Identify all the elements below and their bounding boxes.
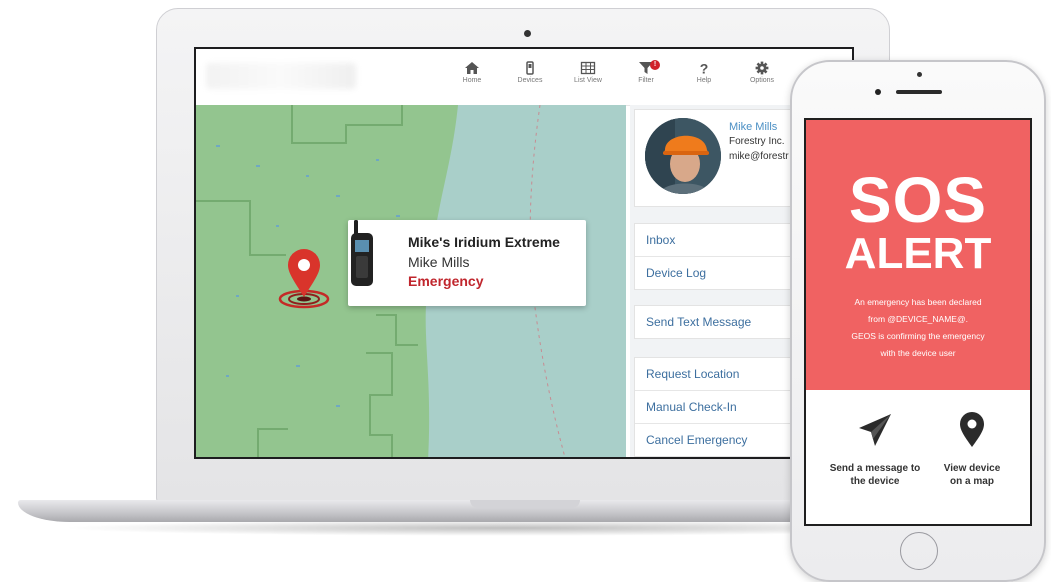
profile-org: Forestry Inc.: [729, 136, 785, 147]
sos-message: An emergency has been declared from @DEV…: [818, 294, 1018, 362]
view-device-label-line2: on a map: [950, 476, 994, 487]
filter-alert-badge: !: [650, 60, 660, 70]
map-pin-icon: [960, 412, 984, 447]
popup-device-name: Mike's Iridium Extreme: [408, 234, 560, 250]
nav-devices-label: Devices: [517, 77, 543, 84]
nav-options-label: Options: [749, 77, 775, 84]
app-logo: [206, 63, 356, 89]
avatar: [645, 118, 721, 194]
phone-camera: [917, 72, 922, 77]
send-message-label-line1: Send a message to: [829, 463, 921, 474]
satellite-phone-icon: [351, 220, 373, 286]
laptop-camera: [524, 30, 531, 37]
list-view-icon: [580, 61, 596, 75]
profile-email: mike@forestr: [729, 151, 789, 162]
device-popup[interactable]: Mike's Iridium Extreme Mike Mills Emerge…: [348, 220, 586, 306]
alert-title: ALERT: [844, 229, 992, 278]
popup-user-name: Mike Mills: [408, 254, 470, 270]
nav-filter[interactable]: ! Filter: [620, 57, 672, 99]
sos-message-line: An emergency has been declared: [854, 297, 982, 307]
map-view[interactable]: Mike's Iridium Extreme Mike Mills Emerge…: [196, 105, 626, 457]
svg-text:?: ?: [700, 61, 709, 75]
nav-help-label: Help: [696, 77, 712, 84]
laptop-notch: [470, 500, 580, 508]
phone-device: SOS ALERT An emergency has been declared…: [790, 60, 1046, 582]
sos-message-line: GEOS is confirming the emergency: [851, 331, 985, 341]
popup-status: Emergency: [408, 273, 484, 289]
nav-list-view-label: List View: [574, 77, 602, 84]
phone-home-button[interactable]: [900, 532, 938, 570]
nav-list-view[interactable]: List View: [562, 57, 614, 99]
app-nav-bar: Home Devices List View ! Filter ? Help O…: [196, 49, 852, 106]
phone-screen: SOS ALERT An emergency has been declared…: [804, 118, 1032, 526]
nav-filter-label: Filter: [638, 77, 654, 84]
nav-home-label: Home: [462, 77, 482, 84]
profile-name[interactable]: Mike Mills: [729, 121, 777, 133]
phone-sensor: [875, 89, 881, 95]
view-device-label-line1: View device: [943, 463, 1001, 474]
nav-devices[interactable]: Devices: [504, 57, 556, 99]
nav-home[interactable]: Home: [446, 57, 498, 99]
nav-options[interactable]: Options: [736, 57, 788, 99]
send-message-button[interactable]: Send a message to the device: [824, 412, 926, 488]
laptop-screen: Home Devices List View ! Filter ? Help O…: [194, 47, 854, 459]
sos-message-line: with the device user: [880, 348, 956, 358]
send-message-label-line2: the device: [850, 476, 900, 487]
nav-help[interactable]: ? Help: [678, 57, 730, 99]
gear-icon: [755, 61, 769, 75]
phone-speaker: [896, 90, 942, 94]
sos-title: SOS: [848, 164, 988, 236]
device-icon: [526, 61, 534, 75]
user-photo: [645, 118, 721, 194]
view-device-on-map-button[interactable]: View device on a map: [934, 412, 1010, 488]
sos-message-line: from @DEVICE_NAME@.: [868, 314, 968, 324]
home-icon: [465, 62, 479, 74]
help-icon: ?: [700, 61, 709, 75]
paper-plane-icon: [859, 414, 891, 446]
sos-alert-panel: SOS ALERT An emergency has been declared…: [806, 120, 1030, 390]
